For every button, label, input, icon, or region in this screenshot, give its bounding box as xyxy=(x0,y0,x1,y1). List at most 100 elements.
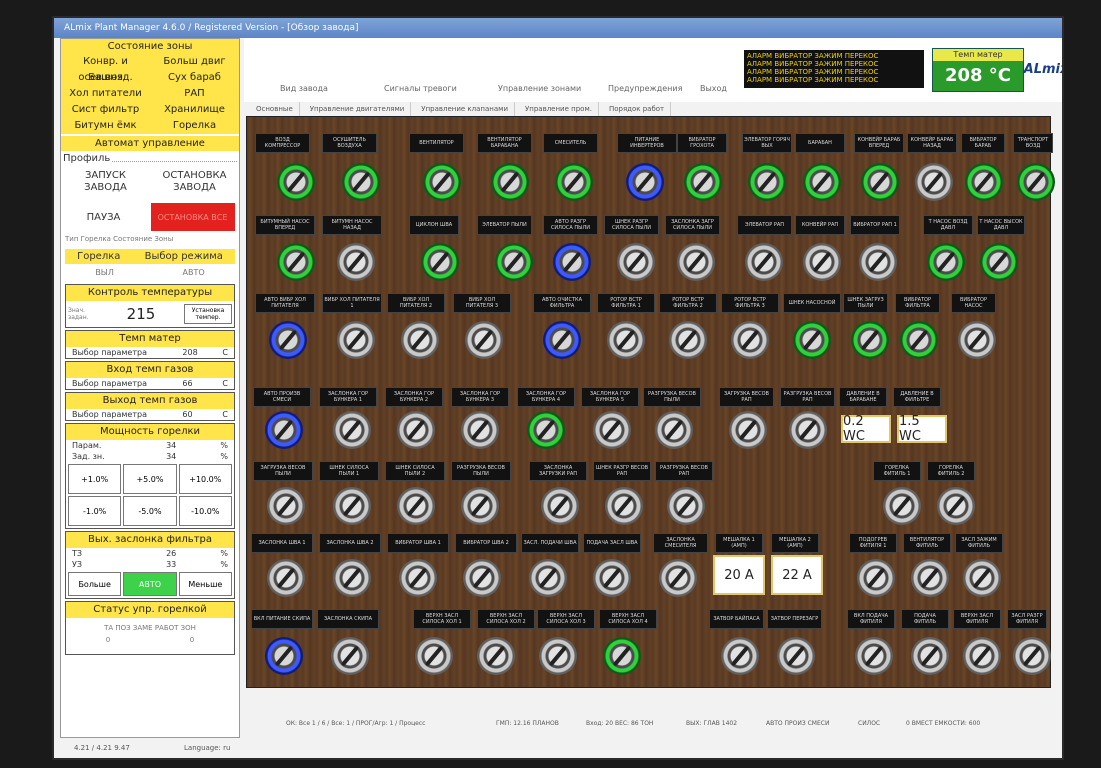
nav-warnings[interactable]: Предупреждения xyxy=(608,84,682,93)
selector-switch-knob[interactable] xyxy=(265,411,303,449)
selector-switch-knob[interactable] xyxy=(1017,163,1055,201)
selector-switch-knob[interactable] xyxy=(915,163,953,201)
filter-more-button[interactable]: Больше xyxy=(68,572,122,596)
zone-item[interactable]: Конвр. и осев.возд. xyxy=(61,54,150,83)
zone-item[interactable]: Хол питатели xyxy=(61,86,150,102)
selector-switch-knob[interactable] xyxy=(859,243,897,281)
burner-plus-10-button[interactable]: +10.0% xyxy=(178,464,232,494)
selector-switch-knob[interactable] xyxy=(927,243,965,281)
selector-switch-knob[interactable] xyxy=(397,487,435,525)
burner-minus-1-button[interactable]: -1.0% xyxy=(68,496,122,526)
selector-switch-knob[interactable] xyxy=(593,559,631,597)
selector-switch-knob[interactable] xyxy=(655,411,693,449)
selector-switch-knob[interactable] xyxy=(491,163,529,201)
selector-switch-knob[interactable] xyxy=(669,321,707,359)
tab-valve-control[interactable]: Управление клапанами xyxy=(421,102,515,116)
pause-button[interactable]: ПАУЗА xyxy=(66,212,142,223)
selector-switch-knob[interactable] xyxy=(415,637,453,675)
selector-switch-knob[interactable] xyxy=(465,321,503,359)
selector-switch-knob[interactable] xyxy=(553,243,591,281)
nav-exit[interactable]: Выход xyxy=(700,84,727,93)
selector-switch-knob[interactable] xyxy=(541,487,579,525)
nav-zone-control[interactable]: Управление зонами xyxy=(498,84,581,93)
selector-switch-knob[interactable] xyxy=(333,411,371,449)
selector-switch-knob[interactable] xyxy=(793,321,831,359)
selector-switch-knob[interactable] xyxy=(269,321,307,359)
selector-switch-knob[interactable] xyxy=(555,163,593,201)
selector-switch-knob[interactable] xyxy=(911,637,949,675)
selector-switch-knob[interactable] xyxy=(477,637,515,675)
selector-switch-knob[interactable] xyxy=(333,559,371,597)
selector-switch-knob[interactable] xyxy=(495,243,533,281)
selector-switch-knob[interactable] xyxy=(677,243,715,281)
language-info[interactable]: Language: ru xyxy=(184,744,230,752)
selector-switch-knob[interactable] xyxy=(963,559,1001,597)
selector-switch-knob[interactable] xyxy=(543,321,581,359)
selector-switch-knob[interactable] xyxy=(342,163,380,201)
selector-switch-knob[interactable] xyxy=(421,243,459,281)
selector-switch-knob[interactable] xyxy=(333,487,371,525)
tab-work-order[interactable]: Порядок работ xyxy=(609,102,672,116)
profile-field[interactable] xyxy=(112,154,237,162)
selector-switch-knob[interactable] xyxy=(399,559,437,597)
emergency-stop-button[interactable]: ОСТАНОВКА ВСЕ xyxy=(150,203,235,231)
selector-switch-knob[interactable] xyxy=(861,163,899,201)
selector-switch-knob[interactable] xyxy=(855,637,893,675)
selector-switch-knob[interactable] xyxy=(789,411,827,449)
selector-switch-knob[interactable] xyxy=(607,321,645,359)
selector-switch-knob[interactable] xyxy=(731,321,769,359)
selector-switch-knob[interactable] xyxy=(937,487,975,525)
selector-switch-knob[interactable] xyxy=(277,243,315,281)
selector-switch-knob[interactable] xyxy=(659,559,697,597)
tab-process-control[interactable]: Управление пром. xyxy=(525,102,599,116)
selector-switch-knob[interactable] xyxy=(277,163,315,201)
selector-switch-knob[interactable] xyxy=(911,559,949,597)
selector-switch-knob[interactable] xyxy=(463,559,501,597)
selector-switch-knob[interactable] xyxy=(423,163,461,201)
stop-plant-button[interactable]: ОСТАНОВКА ЗАВОДА xyxy=(157,170,233,194)
selector-switch-knob[interactable] xyxy=(461,411,499,449)
zone-item[interactable]: Сух бараб xyxy=(150,70,239,86)
burner-minus-5-button[interactable]: -5.0% xyxy=(123,496,177,526)
selector-switch-knob[interactable] xyxy=(958,321,996,359)
nav-alarms[interactable]: Сигналы тревоги xyxy=(384,84,457,93)
selector-switch-knob[interactable] xyxy=(529,559,567,597)
burner-plus-5-button[interactable]: +5.0% xyxy=(123,464,177,494)
selector-switch-knob[interactable] xyxy=(267,559,305,597)
burner-minus-10-button[interactable]: -10.0% xyxy=(178,496,232,526)
burner-plus-1-button[interactable]: +1.0% xyxy=(68,464,122,494)
zone-item[interactable]: Битумн ёмк xyxy=(61,118,150,134)
selector-switch-knob[interactable] xyxy=(803,163,841,201)
gas-out-param-label[interactable]: Выбор параметра xyxy=(72,410,182,419)
selector-switch-knob[interactable] xyxy=(777,637,815,675)
selector-switch-knob[interactable] xyxy=(857,559,895,597)
selector-switch-knob[interactable] xyxy=(980,243,1018,281)
burner-state[interactable]: ВЫЛ xyxy=(95,268,114,277)
selector-switch-knob[interactable] xyxy=(605,487,643,525)
selector-switch-knob[interactable] xyxy=(721,637,759,675)
selector-switch-knob[interactable] xyxy=(397,411,435,449)
nav-plant-view[interactable]: Вид завода xyxy=(280,84,328,93)
selector-switch-knob[interactable] xyxy=(729,411,767,449)
selector-switch-knob[interactable] xyxy=(667,487,705,525)
selector-switch-knob[interactable] xyxy=(337,321,375,359)
tab-main[interactable]: Основные xyxy=(256,102,300,116)
filter-less-button[interactable]: Меньше xyxy=(178,572,232,596)
start-plant-button[interactable]: ЗАПУСК ЗАВОДА xyxy=(68,170,144,194)
selector-switch-knob[interactable] xyxy=(331,637,369,675)
selector-switch-knob[interactable] xyxy=(267,487,305,525)
selector-switch-knob[interactable] xyxy=(527,411,565,449)
zone-item[interactable]: Хранилище xyxy=(150,102,239,118)
selector-switch-knob[interactable] xyxy=(965,163,1003,201)
set-temp-button[interactable]: Установка темпер. xyxy=(184,304,232,324)
zone-item[interactable]: Горелка xyxy=(150,118,239,134)
gas-in-param-label[interactable]: Выбор параметра xyxy=(72,379,182,388)
selector-switch-knob[interactable] xyxy=(851,321,889,359)
zone-item[interactable]: РАП xyxy=(150,86,239,102)
selector-switch-knob[interactable] xyxy=(617,243,655,281)
zone-item[interactable]: Больш двиг xyxy=(150,54,239,70)
selector-switch-knob[interactable] xyxy=(1013,637,1051,675)
selector-switch-knob[interactable] xyxy=(265,637,303,675)
selector-switch-knob[interactable] xyxy=(539,637,577,675)
selector-switch-knob[interactable] xyxy=(401,321,439,359)
